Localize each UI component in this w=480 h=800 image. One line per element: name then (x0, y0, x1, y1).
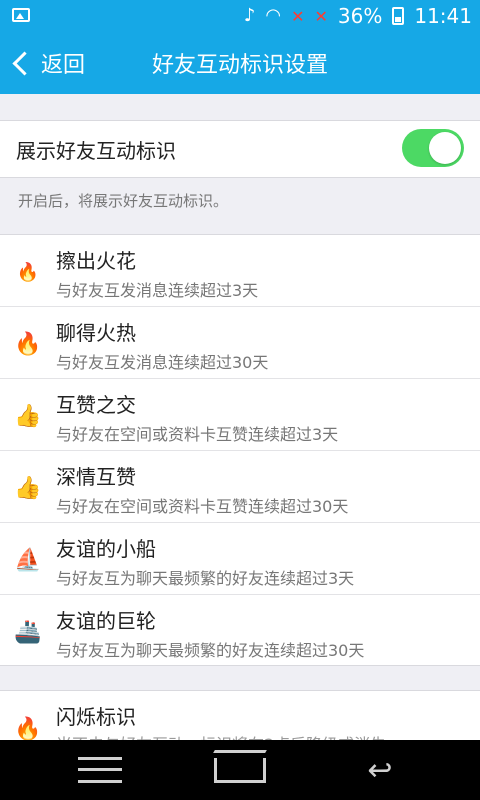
fire-icon: 🔥 (14, 332, 42, 357)
item-title: 擦出火花 (56, 249, 136, 273)
home-button[interactable] (210, 752, 270, 788)
item-desc: 与好友在空间或资料卡互赞连续超过3天 (56, 425, 339, 444)
list-item[interactable]: 🔥 擦出火花 与好友互发消息连续超过3天 (0, 235, 480, 307)
status-right: ♪ ◠ ✕ ✕ 36% 11:41 (244, 0, 472, 32)
list-item[interactable]: 👍 深情互赞 与好友在空间或资料卡互赞连续超过30天 (0, 451, 480, 523)
interaction-badge-switch[interactable] (402, 129, 464, 167)
item-desc: 与好友互为聊天最频繁的好友连续超过3天 (56, 569, 355, 588)
top-nav-bar: 返回 好友互动标识设置 (0, 32, 480, 94)
item-title: 聊得火热 (56, 321, 136, 345)
toggle-hint: 开启后，将展示好友互动标识。 (18, 192, 229, 210)
list-item[interactable]: 🔥 聊得火热 与好友互发消息连续超过30天 (0, 307, 480, 379)
wifi-icon: ◠ (265, 5, 282, 26)
flash-title: 闪烁标识 (56, 705, 136, 729)
page-title: 好友互动标识设置 (151, 53, 328, 78)
item-title: 互赞之交 (56, 393, 136, 417)
battery-percent: 36% (337, 4, 383, 28)
heart-thumb-icon: 👍 (14, 476, 42, 501)
item-desc: 与好友互发消息连续超过3天 (56, 281, 259, 300)
mute-icon: ♪ (243, 5, 256, 26)
status-bar: ♪ ◠ ✕ ✕ 36% 11:41 (0, 0, 480, 32)
badge-list: 🔥 擦出火花 与好友互发消息连续超过3天 🔥 聊得火热 与好友互发消息连续超过3… (0, 234, 480, 666)
menu-button[interactable] (70, 752, 130, 788)
toggle-row: 展示好友互动标识 (0, 120, 480, 178)
battery-icon (392, 7, 405, 25)
item-title: 深情互赞 (56, 465, 136, 489)
gallery-icon (12, 8, 30, 22)
system-back-button[interactable]: ↩ (350, 752, 410, 788)
item-title: 友谊的小船 (56, 537, 156, 561)
sim2-no-service-icon: ✕ (314, 6, 328, 26)
list-item[interactable]: 👍 互赞之交 与好友在空间或资料卡互赞连续超过3天 (0, 379, 480, 451)
menu-icon (78, 757, 122, 783)
ship-icon: 🚢 (14, 620, 42, 645)
item-title: 友谊的巨轮 (56, 609, 156, 633)
list-item[interactable]: 🚢 友谊的巨轮 与好友互为聊天最频繁的好友连续超过30天 (0, 595, 480, 667)
system-nav-bar: ↩ (0, 740, 480, 800)
sim1-no-service-icon: ✕ (291, 6, 305, 26)
item-desc: 与好友互发消息连续超过30天 (56, 353, 269, 372)
toggle-label: 展示好友互动标识 (16, 139, 176, 163)
home-icon (214, 757, 266, 783)
item-desc: 与好友在空间或资料卡互赞连续超过30天 (56, 497, 349, 516)
spark-icon: 🔥 (16, 262, 40, 283)
sailboat-icon: ⛵ (14, 548, 42, 573)
list-item[interactable]: ⛵ 友谊的小船 与好友互为聊天最频繁的好友连续超过3天 (0, 523, 480, 595)
clock: 11:41 (414, 4, 472, 28)
switch-knob (429, 132, 461, 164)
back-arrow-icon: ↩ (367, 752, 393, 788)
thumb-icon: 👍 (14, 404, 42, 429)
item-desc: 与好友互为聊天最频繁的好友连续超过30天 (56, 641, 365, 660)
